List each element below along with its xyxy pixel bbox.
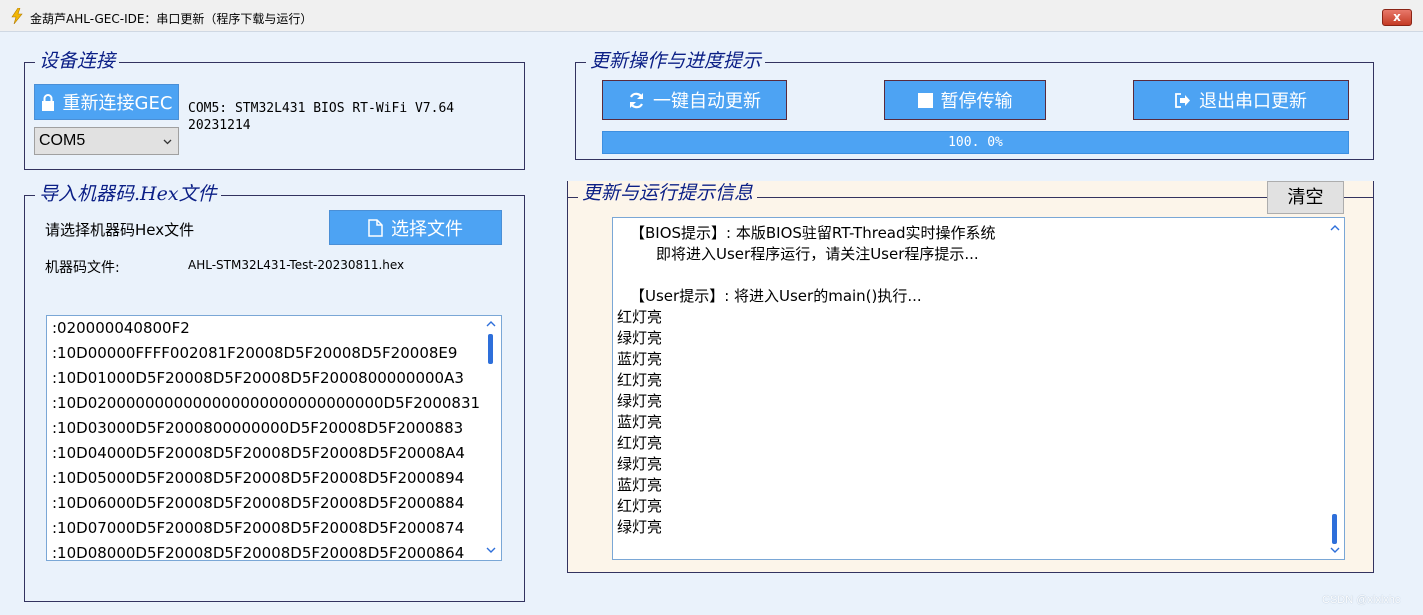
- hex-scroll-thumb[interactable]: [488, 334, 493, 364]
- log-line: 红灯亮: [617, 497, 663, 515]
- log-line: 即将进入User程序运行，请关注User程序提示...: [656, 245, 979, 263]
- scroll-down-icon[interactable]: [486, 546, 496, 554]
- title-bar: 金葫芦AHL-GEC-IDE：串口更新（程序下载与运行） x: [0, 0, 1423, 32]
- exit-serial-update-label: 退出串口更新: [1199, 91, 1307, 112]
- hex-line: :10D04000D5F20008D5F20008D5F20008D5F2000…: [52, 444, 465, 462]
- hex-line: :10D01000D5F20008D5F20008D5F200080000000…: [52, 369, 464, 387]
- log-line: 绿灯亮: [617, 329, 663, 347]
- log-line: 红灯亮: [617, 308, 663, 326]
- log-line: 绿灯亮: [617, 518, 663, 536]
- log-scrollbar[interactable]: [1328, 218, 1342, 559]
- update-operation-legend: 更新操作与进度提示: [586, 49, 766, 73]
- update-progress-bar: 100. 0%: [602, 131, 1349, 154]
- window-close-button[interactable]: x: [1382, 9, 1412, 26]
- reconnect-gec-label: 重新连接GEC: [62, 93, 173, 114]
- scroll-down-icon[interactable]: [1330, 546, 1340, 554]
- hex-line: :10D07000D5F20008D5F20008D5F20008D5F2000…: [52, 519, 465, 537]
- scroll-up-icon[interactable]: [486, 320, 496, 328]
- log-line: 红灯亮: [617, 371, 663, 389]
- clear-log-button[interactable]: 清空: [1267, 181, 1344, 214]
- log-line: 蓝灯亮: [617, 350, 663, 368]
- refresh-icon: [628, 92, 645, 109]
- device-info-line2: 20231214: [188, 118, 251, 133]
- stop-square-icon: [917, 92, 933, 108]
- window-title: 金葫芦AHL-GEC-IDE：串口更新（程序下载与运行）: [30, 12, 313, 26]
- log-line: 【BIOS提示】: 本版BIOS驻留RT-Thread实时操作系统: [630, 224, 996, 242]
- lock-icon: [41, 93, 55, 111]
- pause-transfer-label: 暂停传输: [940, 91, 1013, 112]
- hex-line: :10D00000FFFF002081F20008D5F20008D5F2000…: [52, 344, 458, 362]
- hex-line: :10D05000D5F20008D5F20008D5F20008D5F2000…: [52, 469, 465, 487]
- progress-text: 100. 0%: [948, 135, 1003, 150]
- log-legend: 更新与运行提示信息: [578, 181, 758, 205]
- com-port-value: COM5: [39, 132, 86, 149]
- hex-import-legend: 导入机器码.Hex文件: [35, 182, 221, 206]
- machine-code-file-label: 机器码文件:: [45, 260, 120, 276]
- log-line: 【User提示】: 将进入User的main()执行...: [630, 287, 922, 305]
- app-lightning-icon: [11, 8, 23, 24]
- pause-transfer-button[interactable]: 暂停传输: [884, 80, 1046, 120]
- auto-update-button[interactable]: 一键自动更新: [602, 80, 787, 120]
- watermark: CSDN @xlxlxhc: [1322, 594, 1401, 606]
- close-icon: x: [1393, 10, 1401, 24]
- file-icon: [368, 218, 383, 237]
- hex-line: :020000040800F2: [52, 319, 190, 337]
- chevron-down-icon: [163, 139, 172, 145]
- com-port-select[interactable]: COM5: [34, 127, 179, 155]
- choose-file-label: 选择文件: [391, 218, 463, 240]
- hex-scrollbar[interactable]: [484, 316, 498, 560]
- device-connection-legend: 设备连接: [35, 49, 120, 73]
- log-scroll-thumb[interactable]: [1332, 514, 1337, 544]
- machine-code-file-name: AHL-STM32L431-Test-20230811.hex: [188, 258, 405, 272]
- sign-out-icon: [1175, 92, 1191, 108]
- log-line: 蓝灯亮: [617, 476, 663, 494]
- hex-line: :10D08000D5F20008D5F20008D5F20008D5F2000…: [52, 544, 465, 561]
- hex-content-textbox[interactable]: :020000040800F2 :10D00000FFFF002081F2000…: [46, 315, 502, 561]
- log-textbox[interactable]: 【BIOS提示】: 本版BIOS驻留RT-Thread实时操作系统 即将进入Us…: [612, 217, 1345, 560]
- log-line: 红灯亮: [617, 434, 663, 452]
- log-line: 蓝灯亮: [617, 413, 663, 431]
- choose-file-button[interactable]: 选择文件: [329, 210, 502, 245]
- device-info-line1: COM5: STM32L431 BIOS RT-WiFi V7.64: [188, 101, 455, 116]
- log-line: 绿灯亮: [617, 455, 663, 473]
- hex-file-prompt: 请选择机器码Hex文件: [45, 221, 195, 239]
- hex-line: :10D06000D5F20008D5F20008D5F20008D5F2000…: [52, 494, 465, 512]
- scroll-up-icon[interactable]: [1330, 224, 1340, 232]
- auto-update-label: 一键自动更新: [653, 91, 761, 112]
- hex-line: :10D0200000000000000000000000000000D5F20…: [52, 394, 481, 412]
- log-line: 绿灯亮: [617, 392, 663, 410]
- exit-serial-update-button[interactable]: 退出串口更新: [1133, 80, 1349, 120]
- hex-line: :10D03000D5F2000800000000D5F20008D5F2000…: [52, 419, 464, 437]
- reconnect-gec-button[interactable]: 重新连接GEC: [34, 84, 179, 120]
